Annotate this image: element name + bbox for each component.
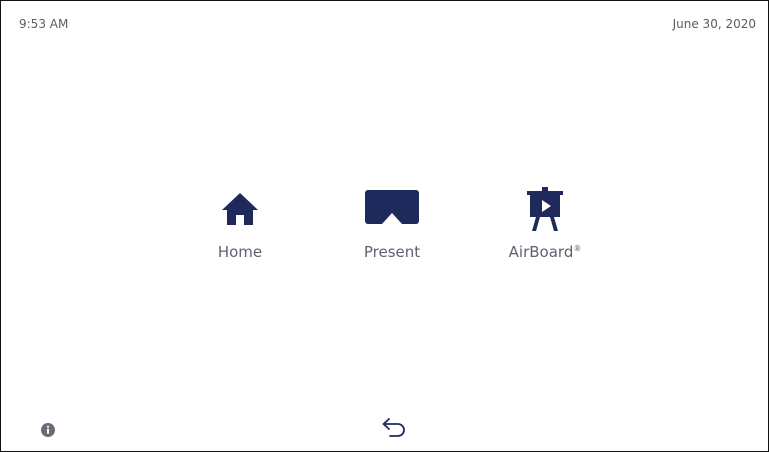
home-label: Home <box>217 243 263 261</box>
registered-mark: ® <box>573 244 582 253</box>
airboard-easel-icon <box>523 187 567 231</box>
status-date: June 30, 2020 <box>672 17 756 31</box>
home-button[interactable]: Home <box>185 187 295 271</box>
back-arrow-icon <box>382 418 405 437</box>
airboard-button[interactable]: AirBoard® <box>490 187 600 271</box>
status-time: 9:53 AM <box>19 17 69 31</box>
home-icon <box>220 187 260 231</box>
info-icon <box>41 423 55 437</box>
screen: 9:53 AM June 30, 2020 Home Present AirBo… <box>0 0 769 452</box>
back-button[interactable] <box>379 415 407 441</box>
present-button[interactable]: Present <box>337 187 447 271</box>
airboard-label: AirBoard® <box>509 243 582 261</box>
present-label: Present <box>363 243 421 261</box>
info-button[interactable] <box>41 422 55 437</box>
airboard-label-text: AirBoard <box>508 243 574 261</box>
present-screen-icon <box>364 187 420 231</box>
